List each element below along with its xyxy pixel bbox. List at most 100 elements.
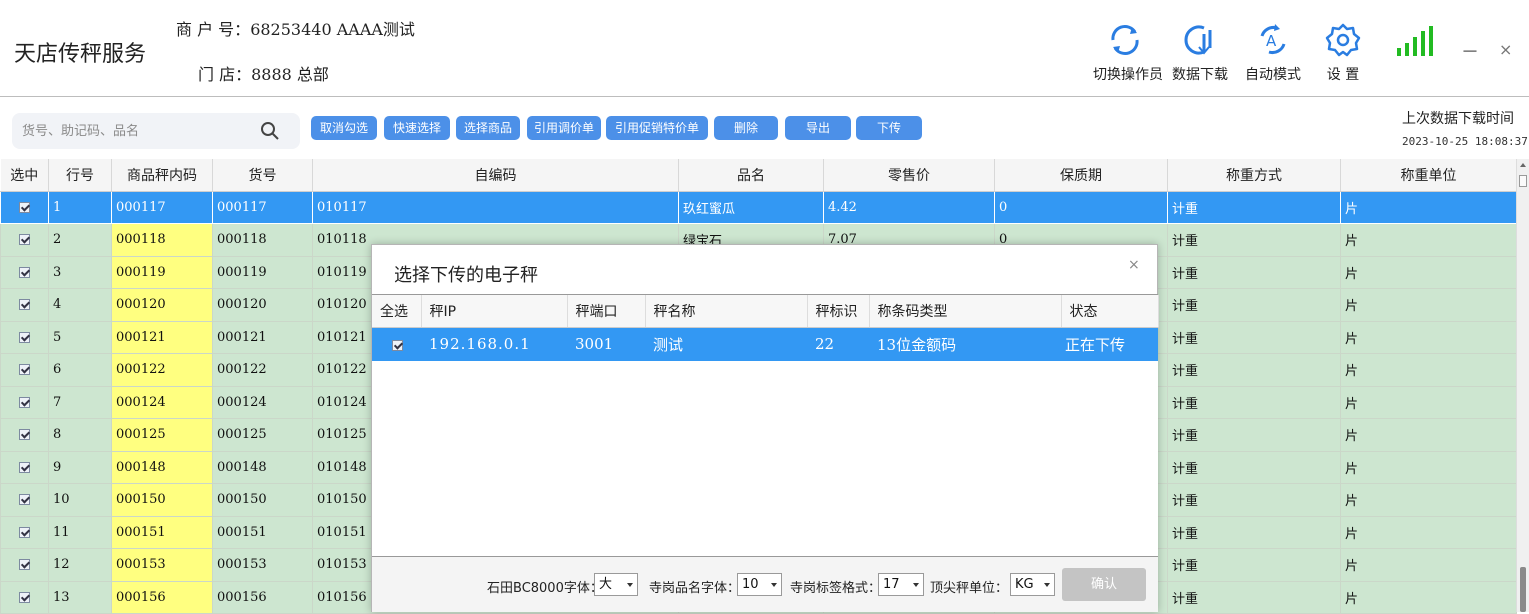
checkbox-checked-icon[interactable] bbox=[19, 461, 30, 473]
scale-code-cell: 000150 bbox=[111, 483, 213, 517]
vertical-scrollbar[interactable] bbox=[1516, 159, 1529, 612]
col-shelf-life[interactable]: 保质期 bbox=[994, 159, 1168, 192]
import-price-adjust-button[interactable]: 引用调价单 bbox=[527, 116, 601, 140]
auto-mode-label: 自动模式 bbox=[1245, 67, 1301, 83]
checkbox-checked-icon[interactable] bbox=[19, 331, 30, 343]
checkbox-checked-icon[interactable] bbox=[19, 299, 30, 311]
row-no-cell: 4 bbox=[48, 288, 112, 322]
scale-row[interactable]: 192.168.0.1 3001 测试 22 13位金额码 正在下传 bbox=[372, 327, 1158, 361]
import-promo-price-button[interactable]: 引用促销特价单 bbox=[606, 116, 708, 140]
col-scale-ip: 秤IP bbox=[421, 295, 568, 328]
checkbox-checked-icon[interactable] bbox=[19, 526, 30, 538]
col-select-all[interactable]: 全选 bbox=[372, 295, 422, 328]
row-no-cell: 12 bbox=[48, 548, 112, 582]
checkbox-checked-icon[interactable] bbox=[19, 201, 30, 213]
col-self-code[interactable]: 自编码 bbox=[312, 159, 679, 192]
select-goods-button[interactable]: 选择商品 bbox=[456, 116, 520, 140]
teraoka-label-format-select[interactable]: 17 bbox=[878, 573, 924, 596]
col-scale-id: 秤标识 bbox=[807, 295, 870, 328]
last-download-time: 2023-10-25 18:08:37 bbox=[1402, 135, 1528, 148]
scale-id-cell: 22 bbox=[807, 327, 869, 361]
switch-operator-button[interactable]: 切换操作员 bbox=[1093, 20, 1163, 84]
row-checkbox-cell[interactable] bbox=[0, 548, 49, 582]
settings-button[interactable]: 设 置 bbox=[1311, 20, 1375, 84]
teraoka-name-font-select[interactable]: 10 bbox=[737, 573, 782, 596]
col-row-no[interactable]: 行号 bbox=[48, 159, 112, 192]
delete-button[interactable]: 删除 bbox=[714, 116, 778, 140]
minimize-button[interactable]: － bbox=[1461, 38, 1479, 64]
row-checkbox-cell[interactable] bbox=[0, 450, 49, 484]
col-retail-price[interactable]: 零售价 bbox=[823, 159, 995, 192]
weigh-unit-cell: 片 bbox=[1340, 190, 1517, 224]
checkbox-checked-icon[interactable] bbox=[19, 364, 30, 376]
scale-list: 全选 秤IP 秤端口 秤名称 秤标识 称条码类型 状态 192.168.0.1 … bbox=[372, 294, 1159, 557]
data-download-button[interactable]: 数据下载 bbox=[1168, 20, 1232, 84]
scale-checkbox-cell[interactable] bbox=[372, 327, 421, 361]
col-selected[interactable]: 选中 bbox=[0, 159, 49, 192]
weigh-method-cell: 计重 bbox=[1167, 223, 1341, 257]
close-window-button[interactable]: × bbox=[1499, 40, 1512, 59]
search-icon[interactable] bbox=[260, 121, 280, 141]
uncheck-button[interactable]: 取消勾选 bbox=[311, 116, 377, 140]
teraoka-label-format-value: 17 bbox=[883, 577, 900, 592]
checkbox-checked-icon[interactable] bbox=[19, 234, 30, 246]
data-download-label: 数据下载 bbox=[1172, 67, 1228, 83]
weigh-unit-cell: 片 bbox=[1340, 320, 1517, 354]
checkbox-checked-icon[interactable] bbox=[19, 266, 30, 278]
row-checkbox-cell[interactable] bbox=[0, 580, 49, 614]
sku-cell: 000121 bbox=[212, 320, 313, 354]
checkbox-checked-icon[interactable] bbox=[19, 396, 30, 408]
store-value: 8888 总部 bbox=[251, 65, 329, 84]
col-product-name[interactable]: 品名 bbox=[678, 159, 824, 192]
col-weigh-method[interactable]: 称重方式 bbox=[1167, 159, 1341, 192]
scale-code-cell: 000148 bbox=[111, 450, 213, 484]
scale-barcode-cell: 13位金额码 bbox=[869, 327, 1061, 361]
checkbox-checked-icon[interactable] bbox=[19, 559, 30, 571]
dropdown-arrow-icon bbox=[627, 583, 633, 587]
sku-cell: 000153 bbox=[212, 548, 313, 582]
ishida-font-select[interactable]: 大 bbox=[594, 573, 638, 596]
row-checkbox-cell[interactable] bbox=[0, 385, 49, 419]
scale-status-cell: 正在下传 bbox=[1061, 327, 1158, 361]
col-sku[interactable]: 货号 bbox=[212, 159, 313, 192]
merchant-value: 68253440 AAAA测试 bbox=[250, 20, 415, 39]
row-checkbox-cell[interactable] bbox=[0, 288, 49, 322]
weigh-unit-cell: 片 bbox=[1340, 353, 1517, 387]
row-checkbox-cell[interactable] bbox=[0, 353, 49, 387]
checkbox-checked-icon[interactable] bbox=[19, 429, 30, 441]
weigh-method-cell: 计重 bbox=[1167, 353, 1341, 387]
row-checkbox-cell[interactable] bbox=[0, 320, 49, 354]
col-scale-code[interactable]: 商品秤内码 bbox=[111, 159, 213, 192]
scroll-up-arrow-icon[interactable] bbox=[1520, 163, 1526, 167]
weigh-method-cell: 计重 bbox=[1167, 255, 1341, 289]
checkbox-checked-icon[interactable] bbox=[392, 339, 403, 351]
search-input[interactable] bbox=[22, 121, 252, 141]
dropdown-arrow-icon bbox=[1044, 583, 1050, 587]
checkbox-checked-icon[interactable] bbox=[19, 591, 30, 603]
ishida-font-value: 大 bbox=[599, 577, 613, 592]
upload-to-scale-button[interactable]: 下传 bbox=[856, 116, 922, 140]
row-checkbox-cell[interactable] bbox=[0, 223, 49, 257]
row-checkbox-cell[interactable] bbox=[0, 190, 49, 224]
auto-mode-button[interactable]: A 自动模式 bbox=[1241, 20, 1305, 84]
aclas-unit-value: KG bbox=[1015, 577, 1034, 592]
row-checkbox-cell[interactable] bbox=[0, 515, 49, 549]
weigh-unit-cell: 片 bbox=[1340, 385, 1517, 419]
weigh-method-cell: 计重 bbox=[1167, 450, 1341, 484]
checkbox-checked-icon[interactable] bbox=[19, 494, 30, 506]
quick-select-button[interactable]: 快速选择 bbox=[384, 116, 450, 140]
col-weigh-unit[interactable]: 称重单位 bbox=[1340, 159, 1517, 192]
dialog-close-button[interactable]: × bbox=[1128, 257, 1140, 273]
merchant-label: 商 户 号： bbox=[176, 20, 251, 39]
aclas-unit-select[interactable]: KG bbox=[1010, 573, 1055, 596]
row-checkbox-cell[interactable] bbox=[0, 255, 49, 289]
row-checkbox-cell[interactable] bbox=[0, 483, 49, 517]
scroll-thumb[interactable] bbox=[1520, 567, 1526, 612]
export-button[interactable]: 导出 bbox=[785, 116, 851, 140]
table-row[interactable]: 1 000117 000117 010117 玖红蜜瓜 4.42 0 计重片 bbox=[0, 190, 1517, 224]
scale-code-cell: 000119 bbox=[111, 255, 213, 289]
confirm-button[interactable]: 确认 bbox=[1062, 568, 1146, 601]
shelf-life-cell: 0 bbox=[994, 190, 1168, 224]
scroll-grip-icon[interactable] bbox=[1519, 175, 1527, 187]
row-checkbox-cell[interactable] bbox=[0, 418, 49, 452]
